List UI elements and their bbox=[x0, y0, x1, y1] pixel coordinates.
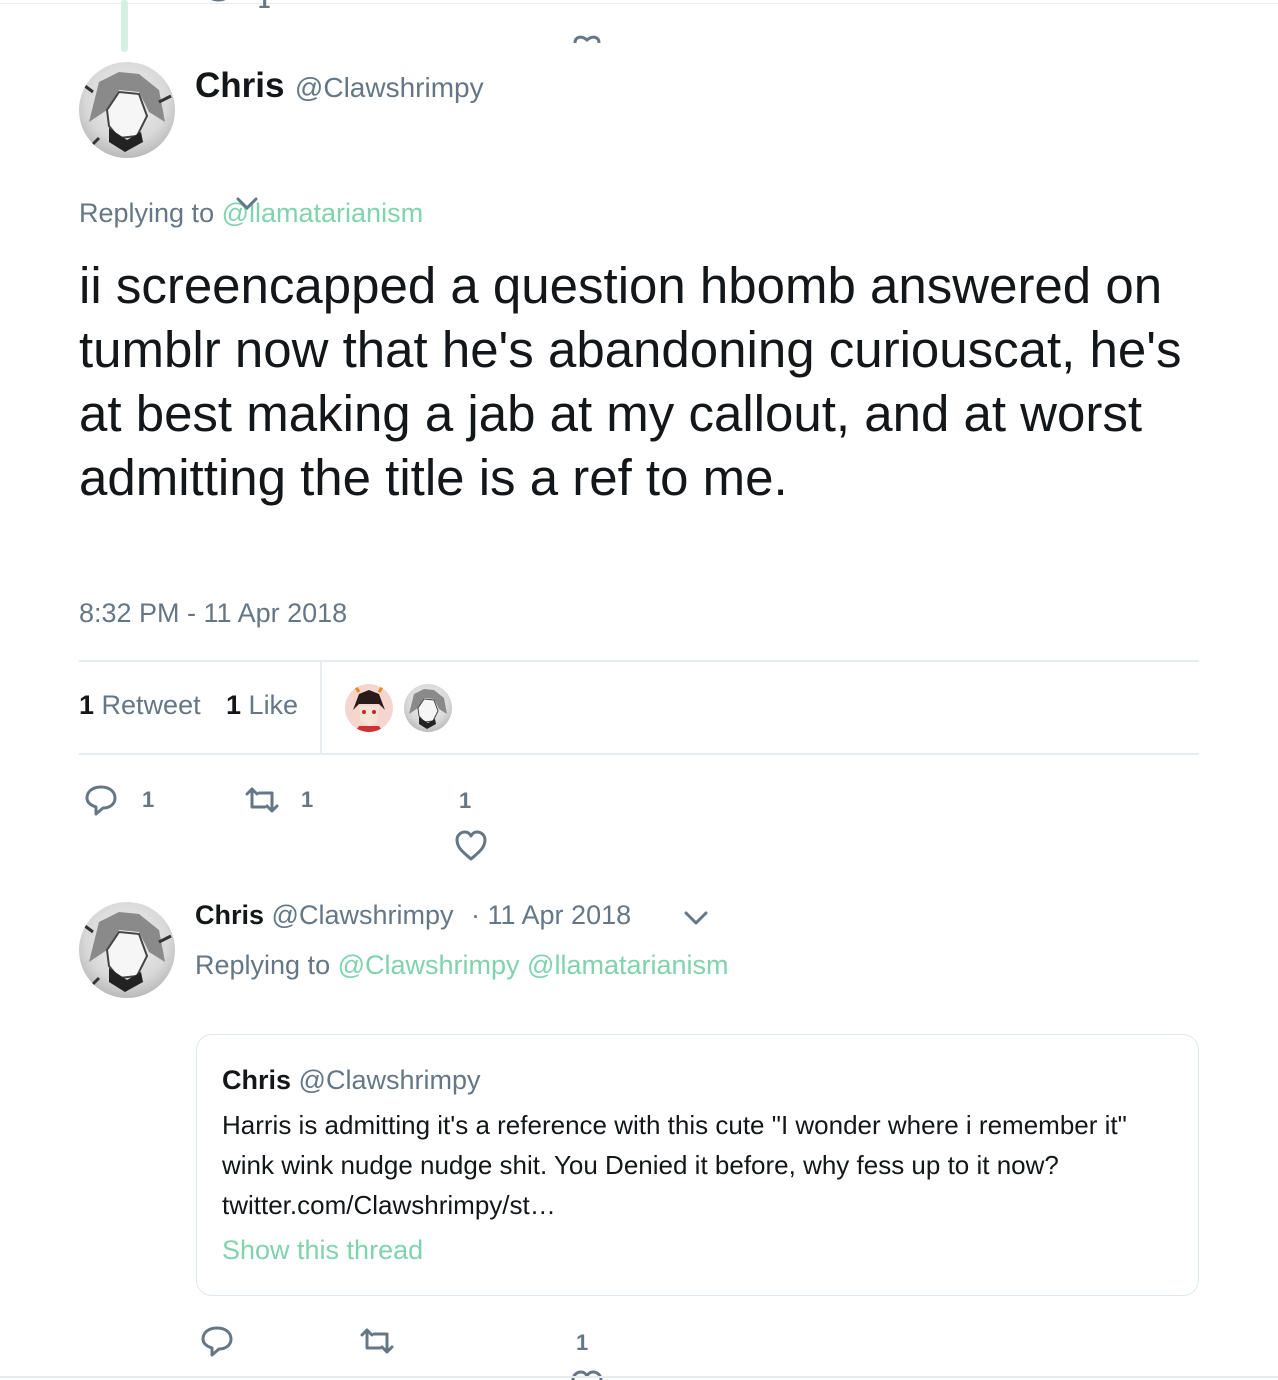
reply-icon bbox=[85, 785, 117, 816]
show-thread-link[interactable]: Show this thread bbox=[222, 1235, 423, 1266]
author-name[interactable]: Chris bbox=[195, 66, 284, 105]
tweet-author-line: Chris @Clawshrimpy bbox=[195, 66, 484, 106]
reply-date[interactable]: · 11 Apr 2018 bbox=[471, 900, 631, 930]
like-heart-icon[interactable] bbox=[454, 830, 488, 862]
like-stat-count: 1 bbox=[226, 690, 242, 720]
author-handle[interactable]: @Clawshrimpy bbox=[295, 72, 484, 103]
tweet-timestamp[interactable]: 8:32 PM - 11 Apr 2018 bbox=[79, 598, 347, 629]
reply-tweet-reply-icon[interactable] bbox=[200, 1325, 234, 1357]
reply-action-count: 1 bbox=[142, 787, 155, 812]
reply-tweet-retweet-icon[interactable] bbox=[358, 1327, 396, 1355]
caret-down-icon[interactable] bbox=[233, 194, 261, 214]
quoted-tweet-card[interactable]: Chris @Clawshrimpy Harris is admitting i… bbox=[196, 1034, 1199, 1296]
like-stat[interactable]: 1 Like bbox=[226, 690, 298, 721]
quoted-tweet-text: Harris is admitting it's a reference wit… bbox=[222, 1110, 1127, 1220]
quoted-author-handle: @Clawshrimpy bbox=[298, 1065, 481, 1095]
retweet-icon bbox=[245, 787, 279, 813]
stats-bottom-divider bbox=[79, 753, 1199, 755]
thread-connector-line bbox=[121, 0, 128, 52]
retweet-action[interactable]: 1 bbox=[243, 786, 313, 814]
stats-top-divider bbox=[79, 660, 1199, 662]
stats-vertical-divider bbox=[320, 662, 322, 754]
like-action-count: 1 bbox=[459, 788, 472, 813]
more-chevron-down-icon[interactable] bbox=[682, 908, 710, 928]
partial-reply-count: 1 bbox=[258, 0, 270, 12]
partial-reply-icon[interactable] bbox=[200, 0, 236, 16]
liker-avatar-2[interactable] bbox=[404, 684, 452, 732]
reply-tweet-heart-icon[interactable] bbox=[570, 1370, 604, 1380]
reply-author-name[interactable]: Chris bbox=[195, 900, 264, 930]
reply-author-avatar[interactable] bbox=[79, 902, 175, 998]
author-avatar[interactable] bbox=[79, 62, 175, 158]
bottom-border bbox=[0, 1376, 1278, 1378]
retweet-action-count: 1 bbox=[301, 787, 314, 812]
reply-replying-to-label: Replying to bbox=[195, 950, 331, 980]
reply-author-handle[interactable]: @Clawshrimpy bbox=[272, 900, 454, 930]
reply-author-line: Chris @Clawshrimpy · 11 Apr 2018 bbox=[195, 900, 631, 931]
reply-action[interactable]: 1 bbox=[84, 784, 154, 816]
replying-to-label: Replying to bbox=[79, 198, 215, 228]
partial-retweet-icon[interactable] bbox=[362, 0, 398, 18]
reply-tweet-like-count: 1 bbox=[576, 1330, 589, 1355]
retweet-stat-label: Retweet bbox=[101, 690, 201, 720]
quoted-author-name: Chris bbox=[222, 1065, 292, 1095]
partial-heart-icon[interactable] bbox=[572, 32, 602, 44]
retweet-stat-count: 1 bbox=[79, 690, 95, 720]
tweet-text: ii screencapped a question hbomb answere… bbox=[79, 257, 1182, 506]
quoted-author-line: Chris @Clawshrimpy bbox=[222, 1065, 480, 1096]
top-border bbox=[0, 3, 1278, 4]
reply-replying-to-line: Replying to @Clawshrimpy @llamatarianism bbox=[195, 950, 729, 981]
liker-avatar-1[interactable] bbox=[345, 684, 393, 732]
reply-replying-to-handles[interactable]: @Clawshrimpy @llamatarianism bbox=[338, 950, 729, 980]
retweet-stat[interactable]: 1 Retweet bbox=[79, 690, 201, 721]
like-stat-label: Like bbox=[248, 690, 299, 720]
